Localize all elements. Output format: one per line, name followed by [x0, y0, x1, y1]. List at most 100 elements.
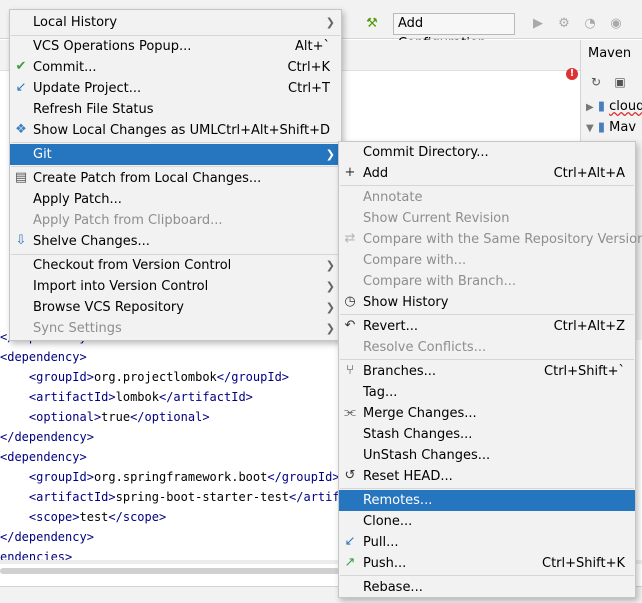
menu-item-shortcut: Ctrl+Shift+`: [544, 364, 625, 379]
menu-item-commit[interactable]: ✔ Commit... Ctrl+K: [10, 57, 341, 78]
code-line[interactable]: <dependency>: [0, 447, 87, 467]
menu-item-vcs-operations-popup[interactable]: VCS Operations Popup... Alt+`: [10, 36, 341, 57]
menu-item-label: Sync Settings: [33, 321, 122, 336]
horizontal-scrollbar[interactable]: [0, 568, 340, 574]
code-line[interactable]: <dependency>: [0, 347, 87, 367]
menu-item-unstash-changes[interactable]: UnStash Changes...: [339, 445, 635, 466]
menu-item-checkout-from-version-control[interactable]: Checkout from Version Control ❯: [10, 255, 341, 276]
menu-item-pull[interactable]: ↙ Pull...: [339, 532, 635, 553]
menu-item-label: Apply Patch...: [33, 192, 122, 207]
menu-item-browse-vcs-repository[interactable]: Browse VCS Repository ❯: [10, 297, 341, 318]
menu-item-compare-with-the-same-repository-version: ⇄ Compare with the Same Repository Versio…: [339, 229, 642, 250]
menu-separator: [11, 166, 340, 167]
menu-item-label: Update Project...: [33, 81, 142, 96]
collapse-arrow-icon: ▼: [586, 123, 594, 134]
maven-module-icon: ▮: [597, 99, 605, 114]
build-hammer-icon[interactable]: ⚒: [364, 16, 380, 32]
history-clock-icon: ◷: [344, 294, 356, 309]
menu-item-label: Checkout from Version Control: [33, 258, 232, 273]
menu-item-label: Stash Changes...: [363, 427, 473, 442]
menu-item-stash-changes[interactable]: Stash Changes...: [339, 424, 635, 445]
menu-item-branches[interactable]: ⑂ Branches... Ctrl+Shift+`: [339, 361, 635, 382]
menu-item-label: Import into Version Control: [33, 279, 209, 294]
code-trail: </optional>: [130, 410, 210, 424]
code-line[interactable]: <artifactId>lombok</artifactId>: [0, 387, 253, 407]
menu-item-git[interactable]: Git ❯: [10, 144, 341, 165]
submenu-arrow-icon: ❯: [325, 280, 335, 293]
menu-item-label: Merge Changes...: [363, 406, 477, 421]
menu-item-label: Revert...: [363, 319, 418, 334]
compare-arrows-icon: ⇄: [344, 231, 356, 246]
submenu-arrow-icon: ❯: [325, 16, 335, 29]
menu-item-refresh-file-status[interactable]: Refresh File Status: [10, 99, 341, 120]
menu-item-label: Remotes...: [363, 493, 433, 508]
menu-separator: [340, 359, 634, 360]
debug-icon[interactable]: ⚙: [556, 16, 572, 32]
menu-item-local-history[interactable]: Local History ❯: [10, 12, 341, 33]
menu-item-show-history[interactable]: ◷ Show History: [339, 292, 635, 313]
menu-item-update-project[interactable]: ↙ Update Project... Ctrl+T: [10, 78, 341, 99]
code-tag: dependency: [7, 350, 80, 364]
run-icon[interactable]: ▶: [530, 16, 546, 32]
menu-item-show-local-changes-as-uml[interactable]: ❖ Show Local Changes as UML Ctrl+Alt+Shift…: [10, 120, 341, 141]
menu-separator: [11, 35, 340, 36]
menu-item-label: Compare with the Same Repository Version: [363, 232, 642, 247]
menu-item-annotate: Annotate: [339, 187, 635, 208]
menu-item-apply-patch[interactable]: Apply Patch...: [10, 189, 341, 210]
code-line[interactable]: <groupId>org.springframework.boot</group…: [0, 467, 340, 487]
menu-item-label: Shelve Changes...: [33, 234, 150, 249]
menu-item-label: Annotate: [363, 190, 423, 205]
menu-item-commit-directory[interactable]: Commit Directory...: [339, 142, 635, 163]
menu-separator: [11, 254, 340, 255]
maven-tree-row[interactable]: ▼ ▮ Mav: [586, 120, 636, 135]
menu-item-label: Git: [33, 147, 52, 162]
menu-item-push[interactable]: ↗ Push... Ctrl+Shift+K: [339, 553, 635, 574]
menu-item-reset-head[interactable]: ↺ Reset HEAD...: [339, 466, 635, 487]
menu-item-label: Commit...: [33, 60, 97, 75]
code-line[interactable]: <optional>true</optional>: [0, 407, 210, 427]
code-line[interactable]: </dependency>: [0, 427, 94, 447]
profile-icon[interactable]: ◉: [608, 16, 624, 32]
menu-item-clone[interactable]: Clone...: [339, 511, 635, 532]
code-line[interactable]: endencies>: [0, 547, 72, 567]
menu-item-label: Show Local Changes as UML: [33, 123, 218, 138]
menu-item-label: Reset HEAD...: [363, 469, 453, 484]
menu-item-shelve-changes[interactable]: ⇩ Shelve Changes...: [10, 231, 341, 252]
code-trail: </artifactId>: [158, 390, 253, 404]
maven-folder-icon[interactable]: ▣: [613, 75, 627, 89]
menu-item-label: Commit Directory...: [363, 145, 489, 160]
menu-item-shortcut: Ctrl+K: [287, 60, 330, 75]
code-line[interactable]: <scope>test</scope>: [0, 507, 166, 527]
menu-item-add[interactable]: + Add Ctrl+Alt+A: [339, 163, 635, 184]
menu-item-merge-changes[interactable]: ⫘ Merge Changes...: [339, 403, 635, 424]
code-line[interactable]: <groupId>org.projectlombok</groupId>: [0, 367, 289, 387]
menu-item-label: Clone...: [363, 514, 413, 529]
code-tag: dependency: [14, 530, 87, 544]
menu-item-revert[interactable]: ↶ Revert... Ctrl+Alt+Z: [339, 316, 635, 337]
maven-module-icon: ▮: [597, 120, 605, 135]
maven-tree-row[interactable]: ▶ ▮ cloud: [586, 99, 642, 114]
menu-item-sync-settings: Sync Settings ❯: [10, 318, 341, 339]
menu-item-shortcut: Ctrl+Alt+Shift+D: [217, 123, 330, 138]
menu-item-import-into-version-control[interactable]: Import into Version Control ❯: [10, 276, 341, 297]
submenu-arrow-icon: ❯: [325, 301, 335, 314]
plus-icon: +: [344, 165, 356, 180]
menu-item-label: Push...: [363, 556, 407, 571]
menu-item-create-patch-from-local-changes[interactable]: ▤ Create Patch from Local Changes...: [10, 168, 341, 189]
menu-item-label: Compare with...: [363, 253, 467, 268]
code-line[interactable]: </dependency>: [0, 527, 94, 547]
coverage-icon[interactable]: ◔: [582, 16, 598, 32]
menu-item-label: UnStash Changes...: [363, 448, 491, 463]
code-line[interactable]: <artifactId>spring-boot-starter-test</ar…: [0, 487, 354, 507]
reload-icon[interactable]: ↻: [589, 75, 603, 89]
code-tag: artifactId: [36, 390, 109, 404]
code-close: >: [72, 510, 80, 524]
menu-item-remotes[interactable]: Remotes...: [339, 490, 635, 511]
code-text: org.projectlombok: [93, 370, 217, 384]
add-configuration-button[interactable]: Add Configuration...: [393, 13, 515, 51]
menu-item-rebase[interactable]: Rebase...: [339, 577, 635, 598]
menu-item-tag[interactable]: Tag...: [339, 382, 635, 403]
